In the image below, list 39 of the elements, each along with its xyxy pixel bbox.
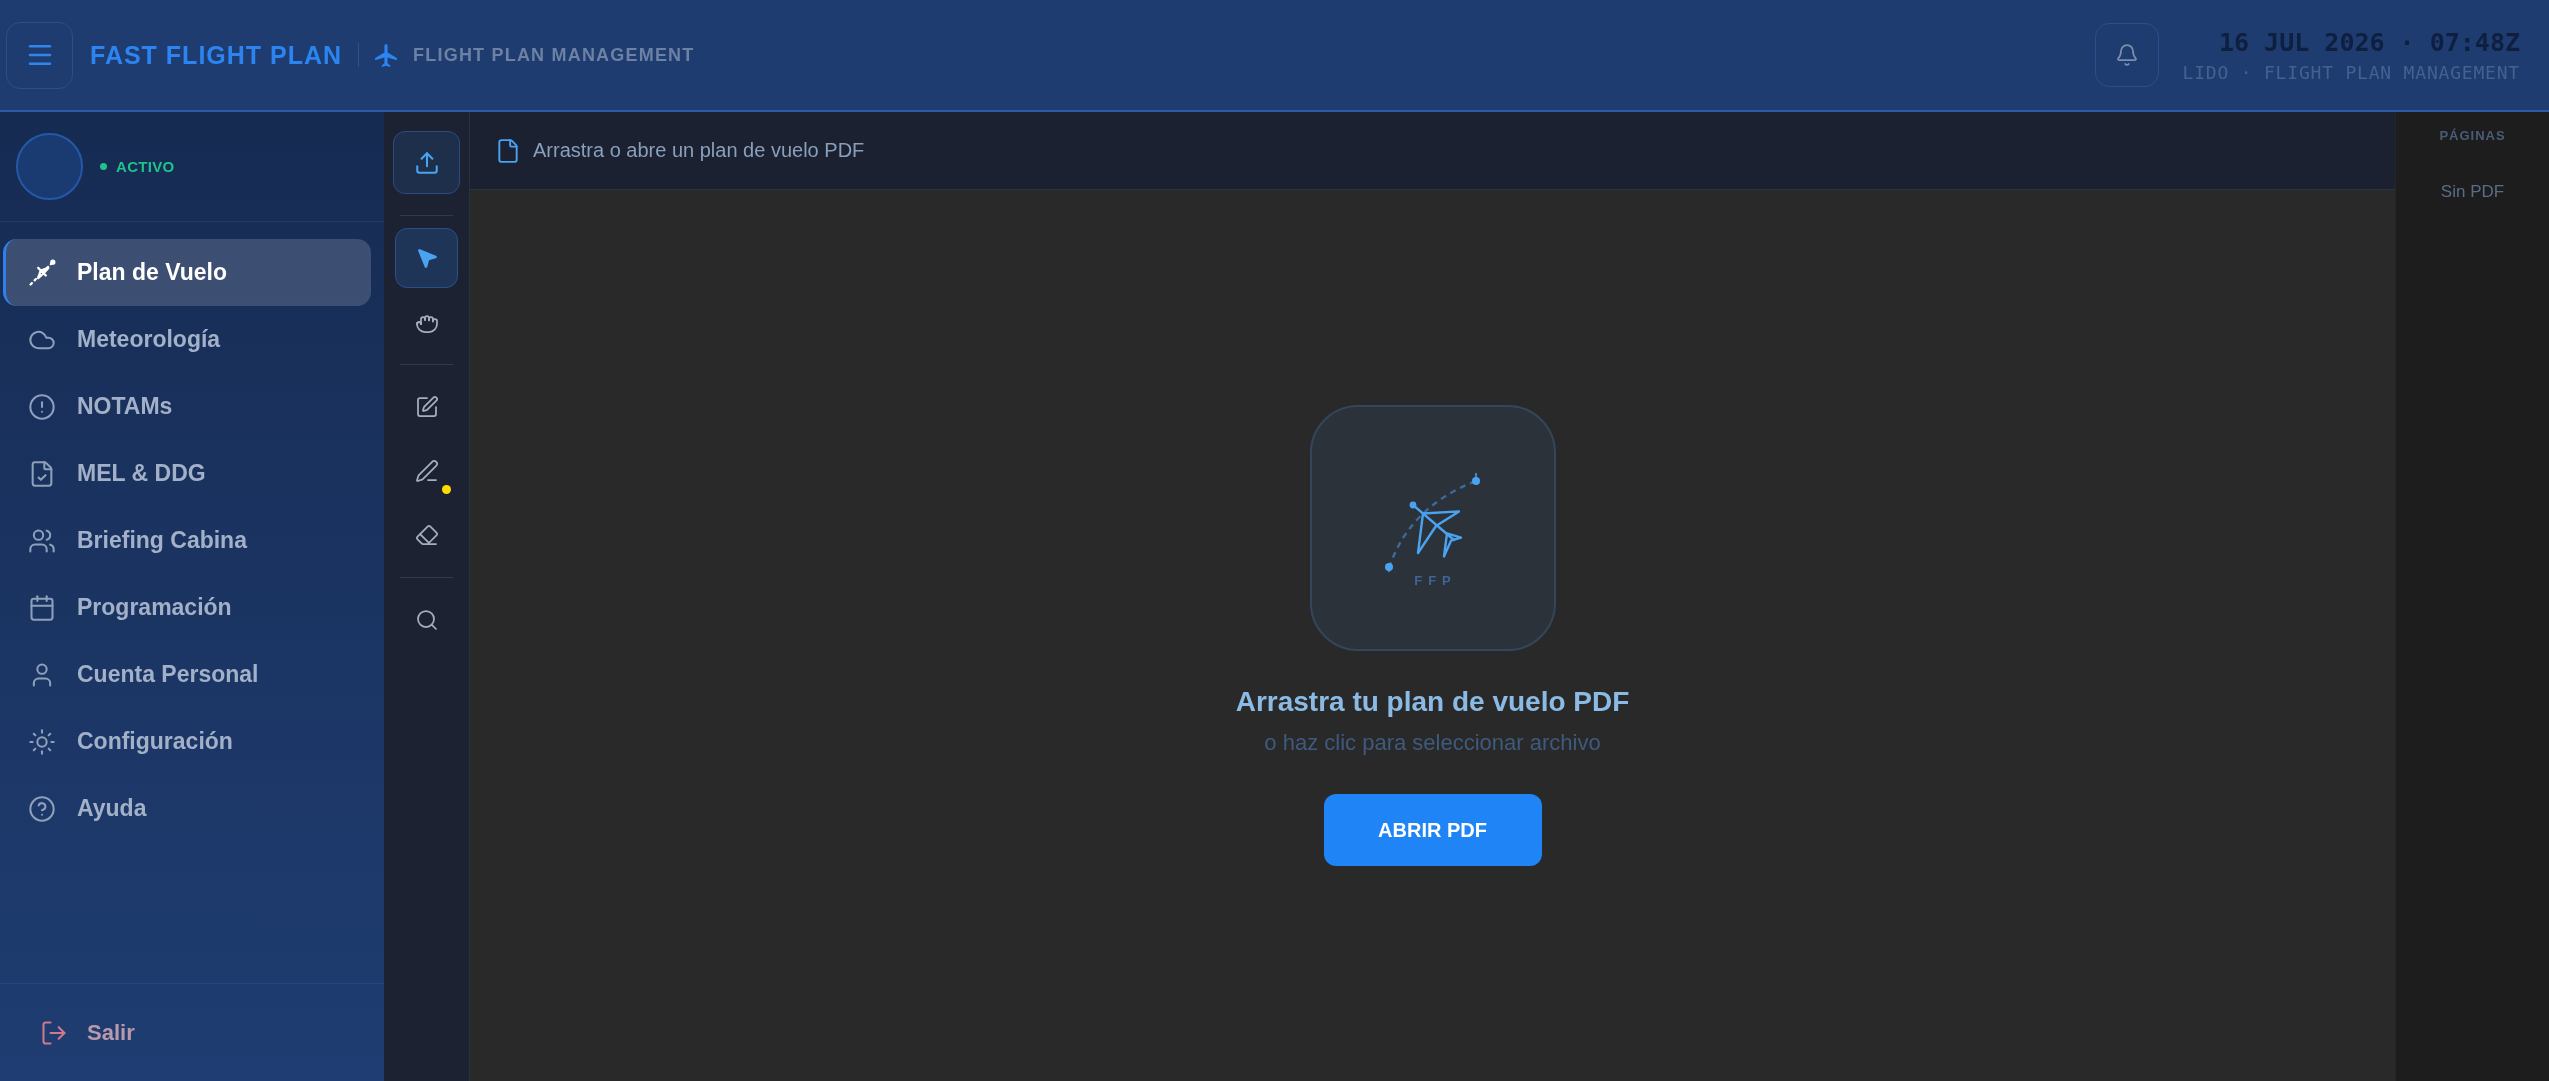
- plane-route-icon: [28, 258, 56, 287]
- pen-icon: [414, 459, 439, 483]
- status-label: ACTIVO: [116, 158, 175, 175]
- help-icon: [28, 794, 56, 823]
- file-icon: [495, 137, 521, 164]
- empty-pages-text: Sin PDF: [2440, 182, 2505, 202]
- menu-button[interactable]: [6, 21, 73, 89]
- plane-icon: [375, 43, 398, 67]
- upload-icon: [413, 149, 440, 176]
- open-pdf-button[interactable]: ABRIR PDF: [1323, 794, 1542, 866]
- nav-item[interactable]: Meteorología: [3, 306, 371, 373]
- app-subtitle: FLIGHT PLAN MANAGEMENT: [413, 44, 695, 66]
- nav-item[interactable]: Configuración: [3, 708, 371, 775]
- nav-item[interactable]: Plan de Vuelo: [3, 239, 371, 306]
- bell-icon: [2114, 43, 2139, 67]
- exclamation-circle-icon: [28, 392, 56, 421]
- pen-square-icon: [414, 395, 439, 419]
- nav-item[interactable]: Cuenta Personal: [3, 641, 371, 708]
- nav-item[interactable]: NOTAMs: [3, 373, 371, 440]
- dropzone-title: Arrastra tu plan de vuelo PDF: [1235, 686, 1630, 718]
- document-hint: Arrastra o abre un plan de vuelo PDF: [533, 139, 865, 162]
- nav-item[interactable]: Briefing Cabina: [3, 507, 371, 574]
- eraser-icon: [414, 523, 439, 547]
- logout-icon: [40, 1018, 68, 1047]
- tool-button[interactable]: [395, 228, 458, 288]
- logo-text: FFP: [1413, 573, 1457, 588]
- people-icon: [28, 526, 56, 555]
- notifications-button[interactable]: [2094, 23, 2159, 87]
- app-title: FAST FLIGHT PLAN: [90, 40, 343, 70]
- pages-panel-title: PÁGINAS: [2439, 128, 2506, 143]
- sun-icon: [28, 727, 56, 756]
- nav-item[interactable]: MEL & DDG: [3, 440, 371, 507]
- nav-item[interactable]: Ayuda: [3, 775, 371, 842]
- upload-button[interactable]: [393, 131, 460, 194]
- logout-button[interactable]: Salir: [40, 1018, 135, 1047]
- search-icon: [414, 608, 439, 632]
- dropzone-subtitle: o haz clic para seleccionar archivo: [1264, 730, 1601, 756]
- calendar-icon: [28, 593, 56, 622]
- nav-item[interactable]: Programación: [3, 574, 371, 641]
